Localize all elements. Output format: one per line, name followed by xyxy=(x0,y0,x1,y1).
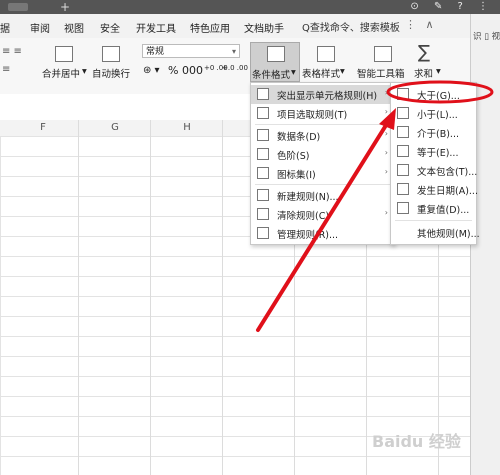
annotation-overlay xyxy=(256,80,494,332)
annotation-arrow-line xyxy=(256,120,390,332)
watermark: Baidu 经验 xyxy=(372,432,461,451)
highlight-ellipse xyxy=(386,80,494,104)
annotation-arrow-head xyxy=(379,108,396,130)
